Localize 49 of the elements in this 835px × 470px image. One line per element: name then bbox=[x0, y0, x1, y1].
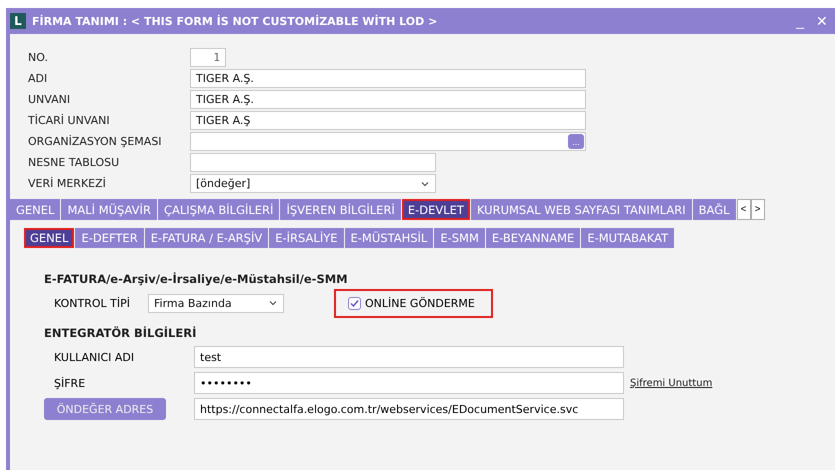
input-field[interactable] bbox=[190, 153, 436, 172]
tab[interactable]: E-SMM bbox=[434, 228, 486, 248]
tab[interactable]: İŞVEREN BİLGİLERİ bbox=[280, 199, 402, 220]
tab[interactable]: ÇALIŞMA BİLGİLERİ bbox=[158, 199, 280, 220]
tab[interactable]: MALİ MÜŞAVİR bbox=[61, 199, 158, 220]
tab[interactable]: E-MÜSTAHSİL bbox=[344, 228, 434, 248]
tab[interactable]: E-DEVLET bbox=[402, 199, 471, 220]
tab[interactable]: E-FATURA / E-ARŞİV bbox=[144, 228, 270, 248]
field-label: NESNE TABLOSU bbox=[28, 156, 120, 169]
field-label: VERİ MERKEZİ bbox=[28, 177, 107, 190]
input-field[interactable]: TIGER A.Ş. bbox=[190, 69, 586, 88]
close-button[interactable]: ✕ bbox=[813, 13, 831, 29]
dropdown[interactable]: Firma Bazında bbox=[148, 294, 284, 312]
field-label: ORGANİZASYON ŞEMASI bbox=[28, 135, 163, 148]
minimize-button[interactable]: _ bbox=[793, 13, 807, 29]
scroll-left-button[interactable]: < bbox=[736, 199, 751, 220]
online-checkbox[interactable]: ONLİNE GÖNDERME bbox=[336, 290, 491, 316]
caret-icon bbox=[268, 298, 278, 308]
default-address-button[interactable]: ÖNDEĞER ADRES bbox=[44, 398, 166, 420]
lookup-button[interactable]: ... bbox=[568, 134, 584, 149]
field-label: KONTROL TİPİ bbox=[54, 296, 131, 310]
field-label: KULLANICI ADI bbox=[53, 350, 136, 364]
input-field[interactable]: https://connectalfa.elogo.com.tr/webservices/EDocumentService.svc bbox=[194, 398, 624, 420]
tab[interactable]: GENEL bbox=[24, 228, 76, 248]
tab[interactable]: E-DEFTER bbox=[75, 228, 145, 248]
input-field[interactable]: TIGER A.Ş bbox=[190, 111, 586, 130]
field-label: NO. bbox=[28, 51, 49, 64]
field-label: ADI bbox=[28, 72, 48, 85]
tab[interactable]: E-BEYANNAME bbox=[486, 228, 582, 248]
dropdown[interactable]: [öndeğer] bbox=[190, 174, 436, 193]
field-label: ŞİFRE bbox=[53, 376, 86, 390]
scroll-right-button[interactable]: > bbox=[750, 199, 765, 220]
tab[interactable]: BAĞL bbox=[692, 199, 737, 220]
section-heading: ENTEGRATÖR BİLGİLERİ bbox=[44, 326, 198, 340]
input-field[interactable]: TIGER A.Ş. bbox=[190, 90, 586, 109]
input-field[interactable]: ... bbox=[190, 132, 586, 151]
section-heading: E-FATURA/e-Arşiv/e-İrsaliye/e-Müstahsil/e-SMM bbox=[44, 272, 349, 286]
field-label: UNVANI bbox=[28, 93, 72, 106]
tab[interactable]: KURUMSAL WEB SAYFASI TANIMLARI bbox=[470, 199, 693, 220]
tab[interactable]: E-İRSALİYE bbox=[269, 228, 345, 248]
tab[interactable]: E-MUTABAKAT bbox=[581, 228, 676, 248]
input-field[interactable]: 1 bbox=[190, 48, 226, 67]
input-field[interactable]: test bbox=[194, 346, 624, 368]
password-field[interactable]: •••••••• bbox=[194, 372, 624, 394]
forgot-password-link[interactable]: Şifremi Unuttum bbox=[630, 378, 835, 388]
app-logo: L bbox=[10, 13, 26, 29]
tab[interactable]: GENEL bbox=[10, 199, 62, 220]
field-label: TİCARİ UNVANI bbox=[28, 114, 111, 127]
window-title: FİRMA TANIMI : < THIS FORM İS NOT CUSTOMİZABLE WİTH LOD > bbox=[32, 14, 438, 28]
